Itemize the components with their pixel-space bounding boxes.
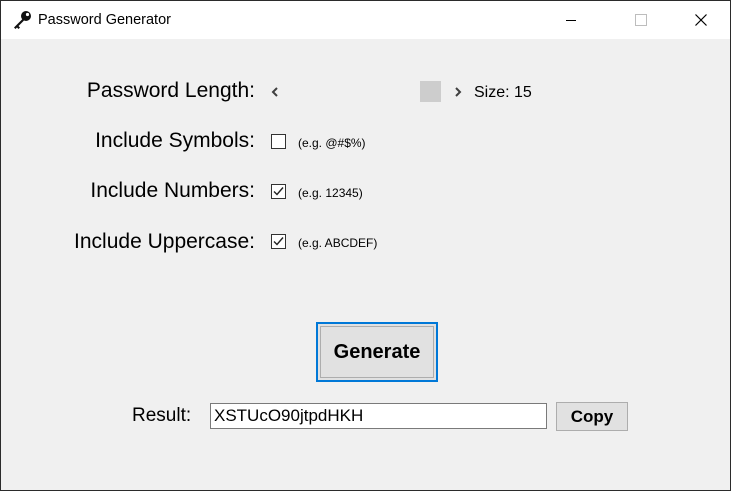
include-uppercase-checkbox[interactable] — [271, 234, 286, 249]
include-symbols-checkbox[interactable] — [271, 134, 286, 149]
close-button[interactable] — [678, 1, 724, 39]
key-icon — [11, 10, 33, 30]
copy-button[interactable]: Copy — [556, 402, 628, 431]
password-length-slider[interactable] — [267, 79, 466, 104]
window-title: Password Generator — [38, 12, 171, 28]
chevron-left-icon — [271, 86, 278, 97]
password-length-label: Password Length: — [86, 79, 255, 102]
title-bar[interactable]: Password Generator — [1, 1, 730, 39]
close-icon — [695, 14, 707, 26]
checkmark-icon — [273, 237, 284, 246]
slider-right-arrow[interactable] — [450, 82, 466, 101]
generate-button[interactable]: Generate — [316, 322, 438, 382]
minimize-button[interactable] — [548, 1, 594, 39]
maximize-button[interactable] — [618, 1, 664, 39]
include-symbols-label: Include Symbols: — [95, 129, 255, 152]
include-numbers-label: Include Numbers: — [90, 179, 255, 202]
slider-left-arrow[interactable] — [267, 82, 283, 101]
chevron-right-icon — [455, 86, 462, 97]
maximize-icon — [635, 14, 647, 26]
include-numbers-checkbox[interactable] — [271, 184, 286, 199]
result-field[interactable] — [210, 403, 547, 429]
checkmark-icon — [273, 187, 284, 196]
result-label: Result: — [132, 405, 192, 426]
app-window: Password Generator Password Length: Size… — [0, 0, 731, 491]
minimize-icon — [566, 20, 576, 21]
numbers-hint: (e.g. 12345) — [298, 186, 363, 200]
symbols-hint: (e.g. @#$%) — [298, 136, 366, 150]
include-uppercase-label: Include Uppercase: — [74, 230, 255, 253]
uppercase-hint: (e.g. ABCDEF) — [298, 236, 378, 250]
slider-thumb[interactable] — [420, 81, 441, 102]
size-readout: Size: 15 — [474, 84, 532, 101]
